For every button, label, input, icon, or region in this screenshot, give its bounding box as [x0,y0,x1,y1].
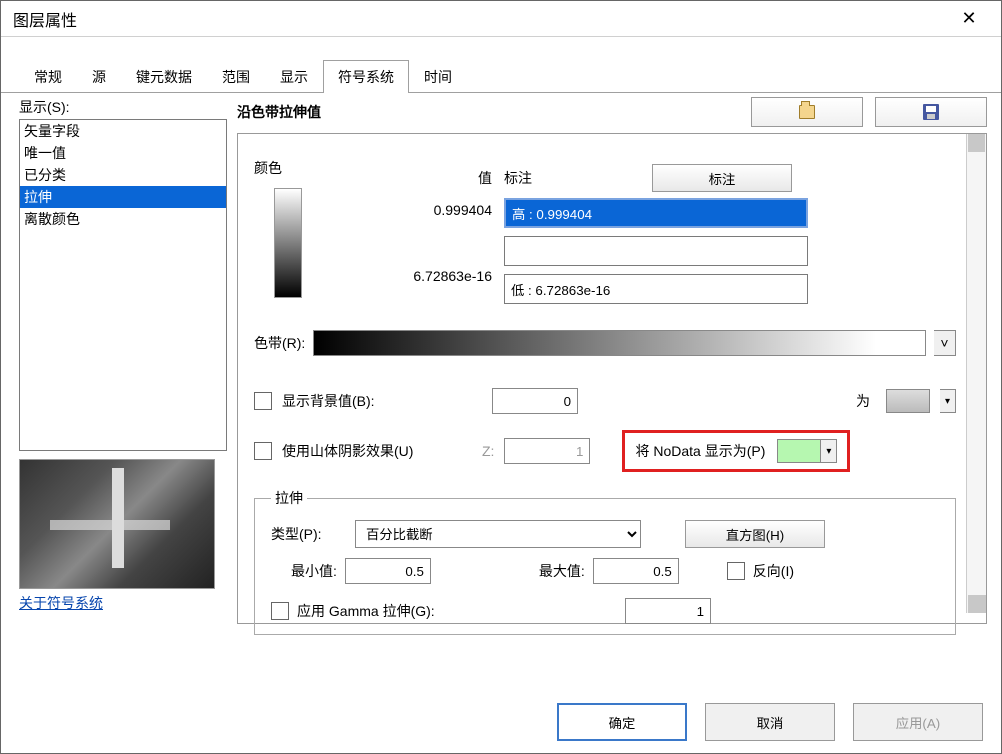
list-item-unique[interactable]: 唯一值 [20,142,226,164]
nodata-color-dropdown[interactable]: ▾ [821,439,837,463]
value-header: 值 [372,168,492,188]
hillshade-checkbox[interactable] [254,442,272,460]
z-input[interactable] [504,438,590,464]
panel-header: 沿色带拉伸值 [237,97,987,127]
gamma-label: 应用 Gamma 拉伸(G): [297,601,617,621]
as-label: 为 [588,391,870,411]
stretch-fieldset: 拉伸 类型(P): 百分比截断 直方图(H) 最小值: 最大值: 反向(I) [254,488,956,635]
max-input[interactable] [593,558,679,584]
cancel-button[interactable]: 取消 [705,703,835,741]
z-label: Z: [482,443,494,459]
scroll-up-icon[interactable] [968,134,985,152]
tab-source[interactable]: 源 [77,60,121,93]
bg-color-swatch[interactable] [886,389,930,413]
panel-scrollbar[interactable] [966,134,986,613]
show-label: 显示(S): [19,97,227,117]
annotation-header: 标注 [504,168,532,188]
about-symbology-link[interactable]: 关于符号系统 [19,593,103,613]
left-column: 显示(S): 矢量字段 唯一值 已分类 拉伸 离散颜色 关于符号系统 [19,97,227,624]
minmax-row: 最小值: 最大值: 反向(I) [291,558,939,584]
type-label: 类型(P): [271,524,341,544]
histogram-button[interactable]: 直方图(H) [685,520,825,548]
invert-checkbox[interactable] [727,562,745,580]
list-item-discrete[interactable]: 离散颜色 [20,208,226,230]
list-item-classified[interactable]: 已分类 [20,164,226,186]
stretch-legend: 拉伸 [271,488,307,508]
invert-label: 反向(I) [753,561,794,581]
ok-button[interactable]: 确定 [557,703,687,741]
panel-title: 沿色带拉伸值 [237,102,321,122]
color-gradient-preview [274,188,302,298]
type-row: 类型(P): 百分比截断 直方图(H) [271,520,939,548]
high-value: 0.999404 [372,202,492,218]
right-column: 沿色带拉伸值 颜色 值 [237,97,987,624]
low-value: 6.72863e-16 [372,268,492,284]
nodata-color-swatch[interactable] [777,439,821,463]
color-label: 颜色 [254,158,372,178]
annotate-button[interactable]: 标注 [652,164,792,192]
tab-time[interactable]: 时间 [409,60,467,93]
list-item-stretch[interactable]: 拉伸 [20,186,226,208]
nodata-label: 将 NoData 显示为(P) [635,441,765,461]
scroll-down-icon[interactable] [968,595,986,613]
gamma-input[interactable] [625,598,711,624]
tab-keymeta[interactable]: 键元数据 [121,60,207,93]
apply-button[interactable]: 应用(A) [853,703,983,741]
min-label: 最小值: [291,561,337,581]
tab-symbology[interactable]: 符号系统 [323,60,409,93]
show-bg-checkbox[interactable] [254,392,272,410]
open-button[interactable] [751,97,863,127]
min-input[interactable] [345,558,431,584]
disk-save-icon [923,104,939,120]
save-button[interactable] [875,97,987,127]
bg-value-input[interactable] [492,388,578,414]
window-title: 图层属性 [13,7,77,31]
dialog-window: 图层属性 ✕ 常规 源 键元数据 范围 显示 符号系统 时间 显示(S): 矢量… [0,0,1002,754]
titlebar: 图层属性 ✕ [1,1,1001,37]
low-label-input[interactable] [504,274,808,304]
ramp-dropdown[interactable]: ˅ [934,330,956,356]
close-button[interactable]: ✕ [949,5,989,33]
bg-color-dropdown[interactable]: ▾ [940,389,956,413]
footer-buttons: 确定 取消 应用(A) [557,703,983,741]
symbology-panel: 颜色 值 0.999404 6.72863e-16 标注 标注 [237,133,987,624]
tab-extent[interactable]: 范围 [207,60,265,93]
tab-display[interactable]: 显示 [265,60,323,93]
label-col: 标注 标注 [504,164,956,312]
value-col: 值 0.999404 6.72863e-16 [372,168,492,284]
show-list[interactable]: 矢量字段 唯一值 已分类 拉伸 离散颜色 [19,119,227,451]
high-label-input[interactable] [504,198,808,228]
type-select[interactable]: 百分比截断 [355,520,641,548]
background-row: 显示背景值(B): 为 ▾ [254,388,956,414]
mid-label-input[interactable] [504,236,808,266]
hillshade-row: 使用山体阴影效果(U) Z: 将 NoData 显示为(P) ▾ [254,430,956,472]
tab-bar: 常规 源 键元数据 范围 显示 符号系统 时间 [1,59,1001,93]
color-ramp[interactable] [313,330,926,356]
nodata-highlight: 将 NoData 显示为(P) ▾ [622,430,850,472]
color-ramp-row: 色带(R): ˅ [254,330,956,356]
preview-image [19,459,215,589]
tab-general[interactable]: 常规 [19,60,77,93]
max-label: 最大值: [539,561,585,581]
folder-open-icon [799,105,815,119]
list-item-vector[interactable]: 矢量字段 [20,120,226,142]
hillshade-label: 使用山体阴影效果(U) [282,441,472,461]
ramp-label: 色带(R): [254,333,305,353]
gamma-row: 应用 Gamma 拉伸(G): [271,598,939,624]
content-area: 显示(S): 矢量字段 唯一值 已分类 拉伸 离散颜色 关于符号系统 沿色带拉伸… [1,93,1001,624]
gamma-checkbox[interactable] [271,602,289,620]
color-section: 颜色 值 0.999404 6.72863e-16 标注 标注 [254,188,956,312]
show-bg-label: 显示背景值(B): [282,391,482,411]
